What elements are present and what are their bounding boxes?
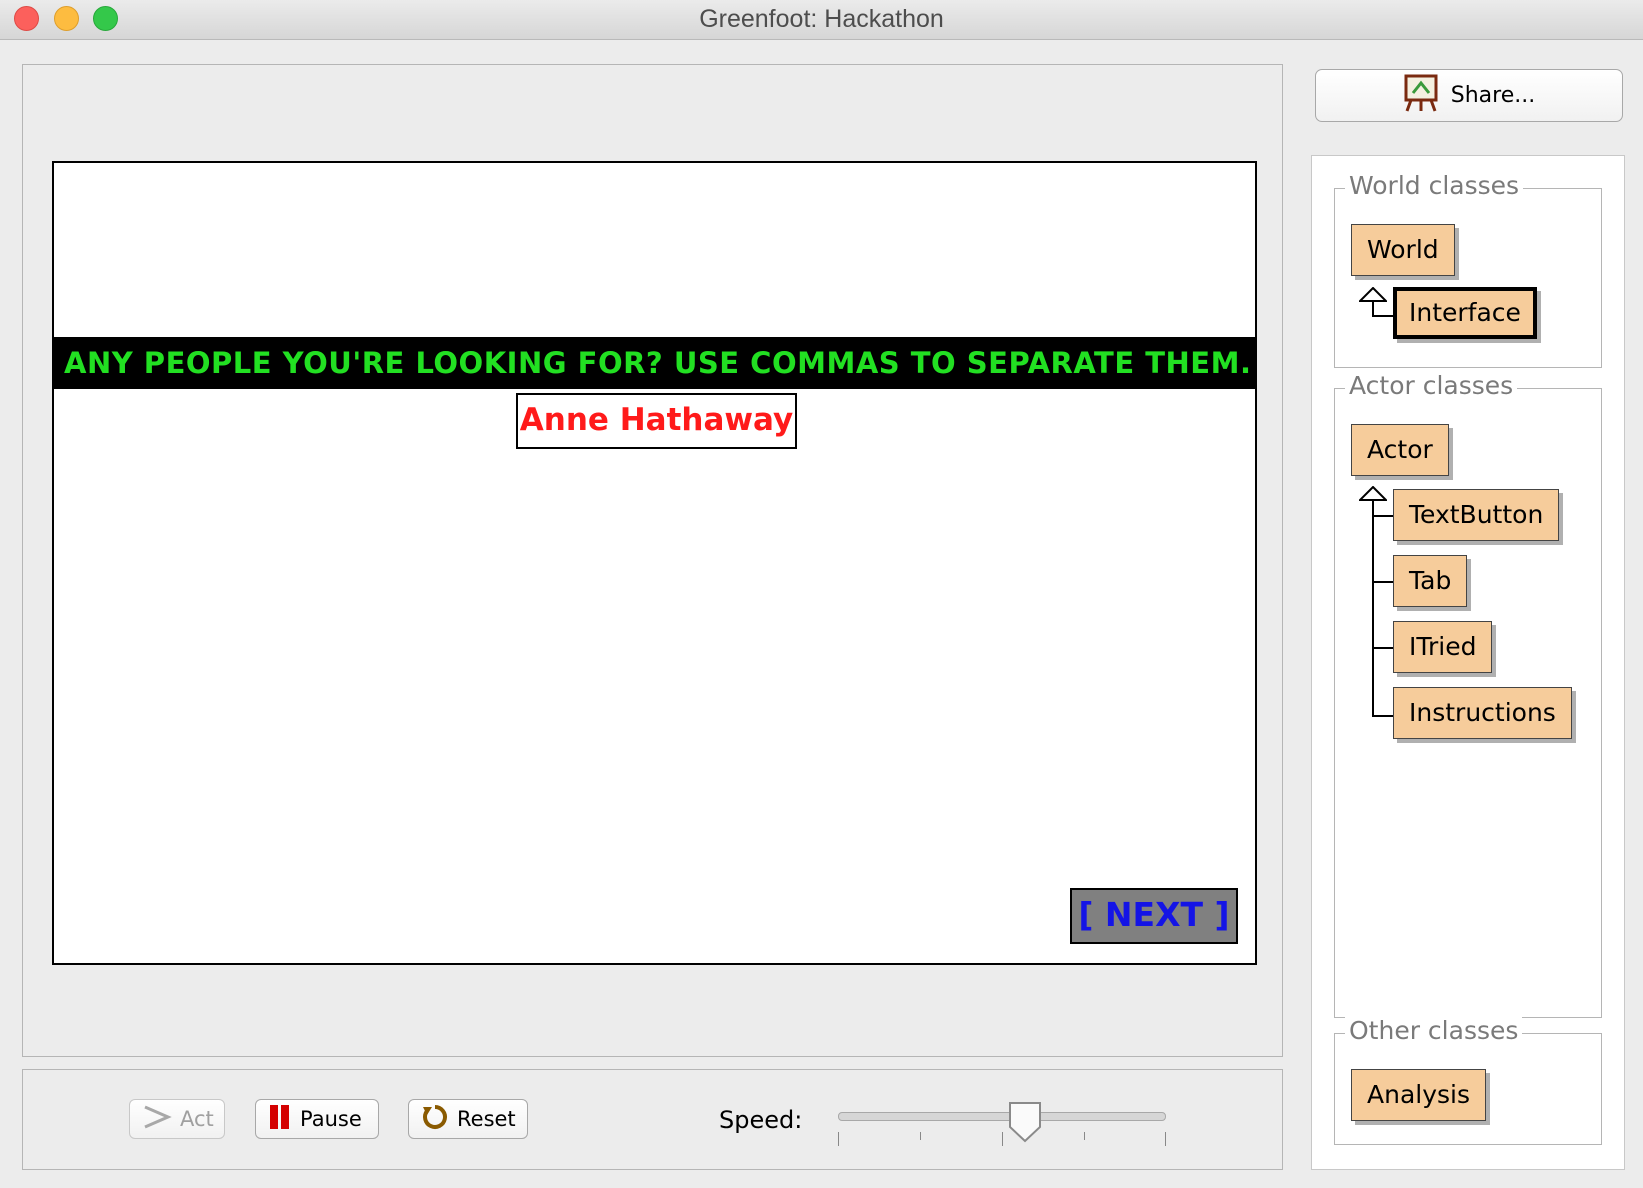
pause-label: Pause (300, 1107, 362, 1131)
people-input-box[interactable]: Anne Hathaway (516, 393, 797, 449)
speed-slider-track[interactable] (838, 1112, 1166, 1121)
act-arrow-icon (142, 1104, 172, 1135)
other-classes-title: Other classes (1345, 1016, 1523, 1046)
class-analysis[interactable]: Analysis (1351, 1069, 1487, 1121)
speed-tick (1084, 1132, 1085, 1140)
act-label: Act (180, 1107, 214, 1131)
world-classes-title: World classes (1345, 171, 1524, 201)
class-interface[interactable]: Interface (1393, 287, 1537, 339)
speed-tick (1002, 1132, 1003, 1146)
act-button[interactable]: Act (129, 1099, 225, 1139)
class-itried[interactable]: ITried (1393, 621, 1493, 673)
inheritance-arrow-icon (1359, 287, 1387, 302)
inheritance-line (1372, 715, 1394, 717)
share-button[interactable]: Share... (1315, 69, 1623, 122)
reset-label: Reset (457, 1107, 516, 1131)
pause-icon (268, 1103, 292, 1136)
inheritance-line (1372, 501, 1374, 717)
execution-controls: Act Pause Reset Speed: (22, 1069, 1283, 1170)
class-textbutton[interactable]: TextButton (1393, 489, 1560, 541)
world-classes-group: World classes World Interface (1334, 171, 1602, 368)
actor-classes-group: Actor classes Actor TextButton Tab ITrie… (1334, 371, 1602, 1018)
inheritance-line (1372, 515, 1394, 517)
speed-tick (838, 1132, 839, 1146)
class-instructions[interactable]: Instructions (1393, 687, 1572, 739)
world-canvas[interactable]: ANY PEOPLE YOU'RE LOOKING FOR? USE COMMA… (52, 161, 1257, 965)
class-world[interactable]: World (1351, 224, 1455, 276)
prompt-banner: ANY PEOPLE YOU'RE LOOKING FOR? USE COMMA… (54, 337, 1255, 389)
inheritance-line (1372, 315, 1394, 317)
class-actor[interactable]: Actor (1351, 424, 1449, 476)
speed-tick (920, 1132, 921, 1140)
share-label: Share... (1450, 83, 1536, 108)
title-bar: Greenfoot: Hackathon (0, 0, 1643, 40)
speed-tick (1165, 1132, 1166, 1146)
share-easel-icon (1403, 73, 1439, 119)
actor-classes-title: Actor classes (1345, 371, 1518, 401)
class-browser: World classes World Interface Actor clas… (1311, 155, 1625, 1170)
speed-label: Speed: (719, 1106, 803, 1134)
speed-slider-thumb[interactable] (1008, 1101, 1042, 1143)
inheritance-line (1372, 581, 1394, 583)
reset-button[interactable]: Reset (408, 1099, 528, 1139)
next-button[interactable]: [ NEXT ] (1070, 888, 1238, 944)
world-panel: ANY PEOPLE YOU'RE LOOKING FOR? USE COMMA… (22, 64, 1283, 1057)
window-title: Greenfoot: Hackathon (699, 5, 944, 33)
inheritance-line (1372, 647, 1394, 649)
reset-icon (421, 1103, 449, 1136)
other-classes-group: Other classes Analysis (1334, 1016, 1602, 1145)
class-tab[interactable]: Tab (1393, 555, 1468, 607)
pause-button[interactable]: Pause (255, 1099, 379, 1139)
